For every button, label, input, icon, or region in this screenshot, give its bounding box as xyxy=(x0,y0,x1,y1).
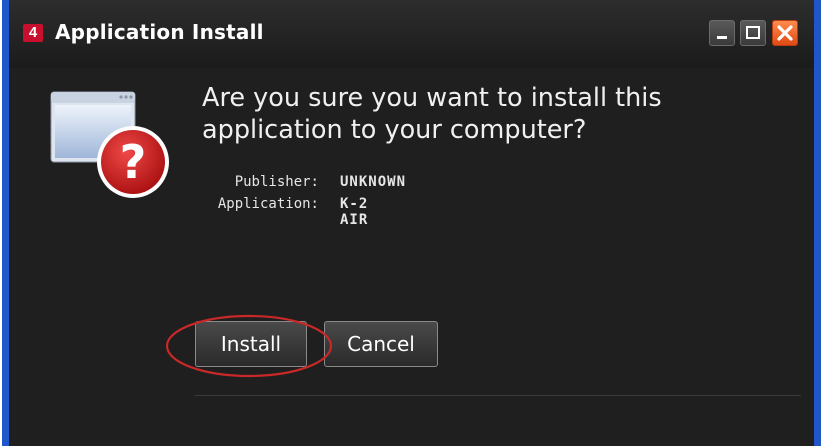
application-label: Application: xyxy=(217,196,319,212)
svg-text:?: ? xyxy=(120,135,147,189)
install-dialog-window: 4 Application Install ? Are you sure you… xyxy=(2,0,821,446)
minimize-icon xyxy=(717,36,727,39)
maximize-icon xyxy=(746,26,760,39)
title-bar[interactable]: 4 Application Install xyxy=(9,0,814,68)
close-icon xyxy=(773,21,797,45)
application-value: K-2 AIR xyxy=(340,196,369,228)
dialog-content: ? Are you sure you want to install this … xyxy=(9,68,814,446)
install-question: Are you sure you want to install this ap… xyxy=(202,83,662,145)
minimize-button[interactable] xyxy=(709,20,735,46)
bottom-divider xyxy=(195,395,801,396)
window-question-icon: ? xyxy=(41,88,181,208)
publisher-value: UNKNOWN xyxy=(340,174,407,190)
install-button[interactable]: Install xyxy=(195,321,307,367)
window-title: Application Install xyxy=(55,20,264,44)
maximize-button[interactable] xyxy=(740,20,766,46)
adobe-air-app-icon: 4 xyxy=(23,24,43,42)
cancel-button[interactable]: Cancel xyxy=(324,321,438,367)
close-button[interactable] xyxy=(772,20,798,46)
publisher-label: Publisher: xyxy=(234,174,319,190)
